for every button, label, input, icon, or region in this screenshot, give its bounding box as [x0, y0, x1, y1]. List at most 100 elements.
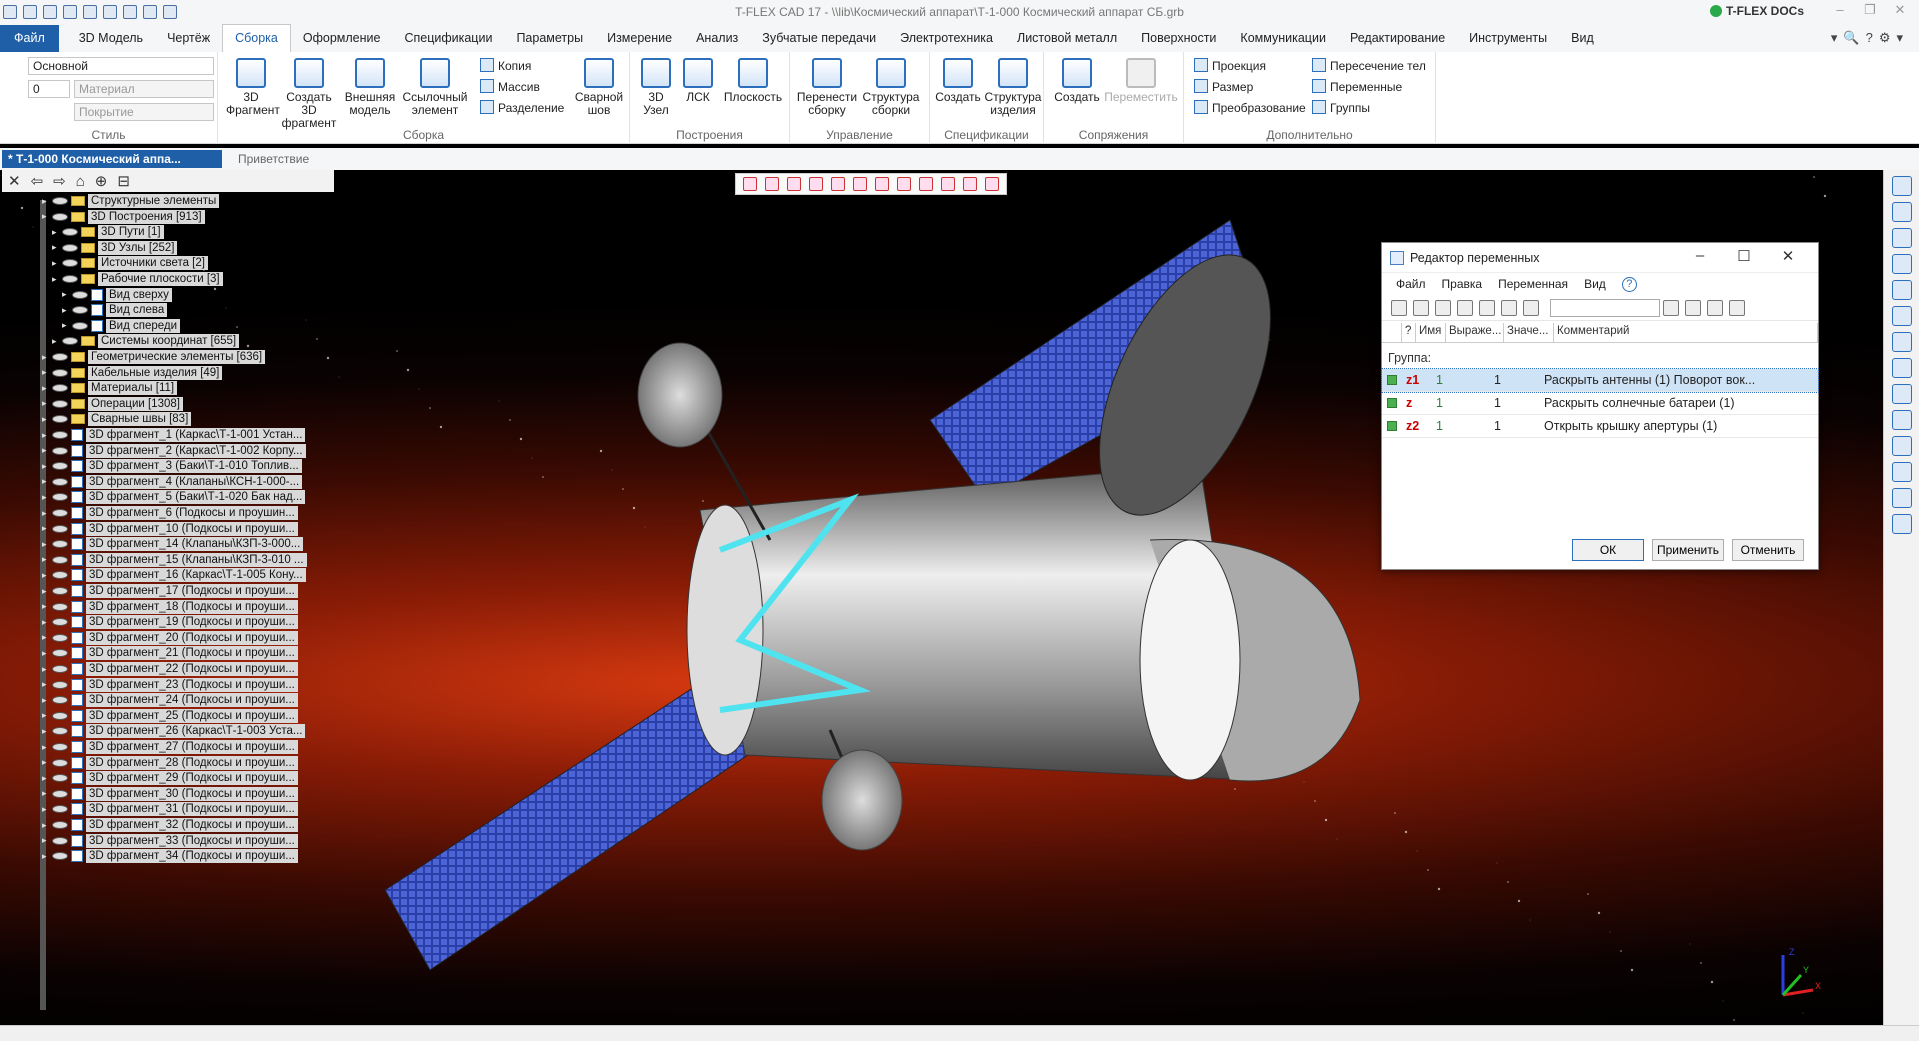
col-expression[interactable]: Выраже...	[1446, 323, 1504, 342]
collapse-icon[interactable]: ⊟	[117, 172, 130, 190]
tree-node[interactable]: ▸ 3D фрагмент_3 (Баки\Т-1-010 Топлив...	[42, 459, 302, 474]
eye-icon[interactable]	[62, 243, 78, 252]
tree-node[interactable]: ▸ 3D фрагмент_25 (Подкосы и проуши...	[42, 708, 298, 723]
tab-editing[interactable]: Редактирование	[1338, 25, 1457, 52]
tree-node[interactable]: ▸ 3D фрагмент_24 (Подкосы и проуши...	[42, 693, 298, 708]
expand-icon[interactable]: ▸	[42, 632, 52, 643]
eye-icon[interactable]	[52, 493, 68, 502]
tree-node[interactable]: ▸ Сварные швы [83]	[42, 412, 192, 427]
add-variable-icon[interactable]	[1391, 299, 1407, 316]
3d-node-button[interactable]: 3D Узел	[636, 58, 676, 117]
level-stepper[interactable]: 0	[28, 80, 70, 98]
eye-icon[interactable]	[62, 275, 78, 283]
tab-parameters[interactable]: Параметры	[504, 25, 595, 52]
new-file-icon[interactable]	[43, 5, 57, 19]
tree-node[interactable]: ▸ 3D фрагмент_27 (Подкосы и проуши...	[42, 740, 298, 754]
tab-assembly[interactable]: Сборка	[222, 24, 291, 52]
tab-measure[interactable]: Измерение	[595, 25, 684, 52]
eye-icon[interactable]	[52, 774, 68, 783]
tree-node[interactable]: ▸ 3D фрагмент_21 (Подкосы и проуши...	[42, 646, 298, 661]
eye-icon[interactable]	[52, 415, 68, 424]
split-button[interactable]: Разделение	[480, 100, 564, 115]
tab-surfaces[interactable]: Поверхности	[1129, 25, 1228, 52]
edit-icon[interactable]	[1501, 299, 1517, 316]
copy-icon[interactable]	[1685, 299, 1701, 316]
eye-icon[interactable]	[52, 368, 68, 377]
expand-icon[interactable]: ▸	[42, 788, 52, 799]
render-icon[interactable]	[963, 177, 977, 191]
row-flag-icon[interactable]	[1382, 369, 1402, 391]
transform-button[interactable]: Преобразование	[1194, 100, 1306, 115]
eye-icon[interactable]	[52, 509, 68, 517]
variables-button[interactable]: Переменные	[1312, 79, 1402, 94]
app-menu-icon[interactable]	[3, 5, 17, 19]
tree-node[interactable]: ▸ 3D Узлы [252]	[52, 240, 178, 255]
delete-selection-icon[interactable]	[809, 177, 823, 191]
col-name[interactable]: Имя	[1416, 323, 1446, 342]
minimize-icon[interactable]: –	[1825, 2, 1855, 18]
eye-icon[interactable]	[52, 821, 68, 829]
expand-icon[interactable]: ▸	[42, 601, 52, 612]
tab-view[interactable]: Вид	[1559, 25, 1606, 52]
copy-button[interactable]: Копия	[480, 58, 531, 73]
expand-icon[interactable]: ▸	[42, 476, 52, 487]
lcs-button[interactable]: ЛСК	[678, 58, 718, 104]
eye-icon[interactable]	[62, 259, 78, 268]
eye-icon[interactable]	[52, 384, 68, 393]
row-flag-icon[interactable]	[1382, 415, 1402, 437]
expand-icon[interactable]: ▸	[42, 695, 52, 706]
flag-column-icon[interactable]	[1382, 323, 1402, 342]
menu-variable[interactable]: Переменная	[1498, 277, 1568, 291]
zoom-window-icon[interactable]	[1891, 254, 1912, 274]
antenna-lower-dish[interactable]	[821, 749, 903, 851]
menu-edit[interactable]: Правка	[1442, 277, 1483, 291]
eye-icon[interactable]	[52, 212, 68, 221]
constraint-icon[interactable]	[1891, 332, 1912, 352]
eye-icon[interactable]	[52, 197, 68, 205]
expand-icon[interactable]: ▸	[42, 554, 52, 565]
tree-node[interactable]: ▸ Структурные элементы	[42, 194, 220, 208]
menu-file[interactable]: Файл	[1396, 277, 1426, 291]
groups-button[interactable]: Группы	[1312, 100, 1370, 115]
tree-node[interactable]: ▸ Источники света [2]	[52, 256, 208, 271]
expand-icon[interactable]: ▸	[42, 804, 52, 815]
expand-icon[interactable]: ▸	[42, 586, 52, 597]
weld-button[interactable]: Сварной шов	[574, 58, 624, 117]
tree-node[interactable]: ▸ 3D фрагмент_20 (Подкосы и проуши...	[42, 630, 298, 645]
eye-icon[interactable]	[52, 711, 68, 720]
eye-icon[interactable]	[52, 602, 68, 611]
eye-icon[interactable]	[52, 633, 68, 642]
filter-icon[interactable]	[743, 177, 757, 191]
eye-icon[interactable]	[52, 680, 68, 689]
expand-icon[interactable]: ▸	[42, 679, 52, 690]
tab-tools[interactable]: Инструменты	[1457, 25, 1559, 52]
close-icon[interactable]: ✕	[1885, 2, 1915, 18]
eye-icon[interactable]	[52, 353, 68, 361]
eye-icon[interactable]	[52, 852, 68, 861]
filter-list-icon[interactable]	[765, 177, 779, 191]
back-icon[interactable]: ⇦	[31, 172, 44, 190]
tree-node[interactable]: ▸ 3D фрагмент_22 (Подкосы и проуши...	[42, 662, 298, 676]
expand-icon[interactable]: ▸	[52, 227, 62, 238]
tree-node[interactable]: ▸ Системы координат [655]	[52, 334, 240, 349]
sphere-icon[interactable]	[1891, 410, 1912, 430]
layers-icon[interactable]	[1891, 462, 1912, 482]
help-icon[interactable]: ?	[1621, 276, 1637, 292]
expand-icon[interactable]: ▸	[42, 196, 52, 207]
expand-icon[interactable]: ▸	[42, 445, 52, 456]
eye-icon[interactable]	[52, 649, 68, 658]
material-select[interactable]: Материал	[74, 80, 214, 98]
expand-icon[interactable]: ▸	[42, 757, 52, 768]
text-icon[interactable]	[1891, 514, 1912, 534]
array-button[interactable]: Массив	[480, 79, 540, 94]
search-icon[interactable]	[1663, 299, 1679, 316]
expand-icon[interactable]: ▸	[42, 461, 52, 472]
tab-3d-model[interactable]: 3D Модель	[67, 25, 155, 52]
eye-icon[interactable]	[72, 321, 88, 330]
expand-icon[interactable]: ▸	[42, 383, 52, 394]
tree-node[interactable]: ▸ 3D Пути [1]	[52, 225, 164, 240]
eye-icon[interactable]	[52, 462, 68, 471]
document-tab-active[interactable]: * Т-1-000 Космический аппа...	[2, 150, 222, 168]
magnet-icon[interactable]	[1891, 202, 1912, 222]
eye-icon[interactable]	[52, 836, 68, 845]
